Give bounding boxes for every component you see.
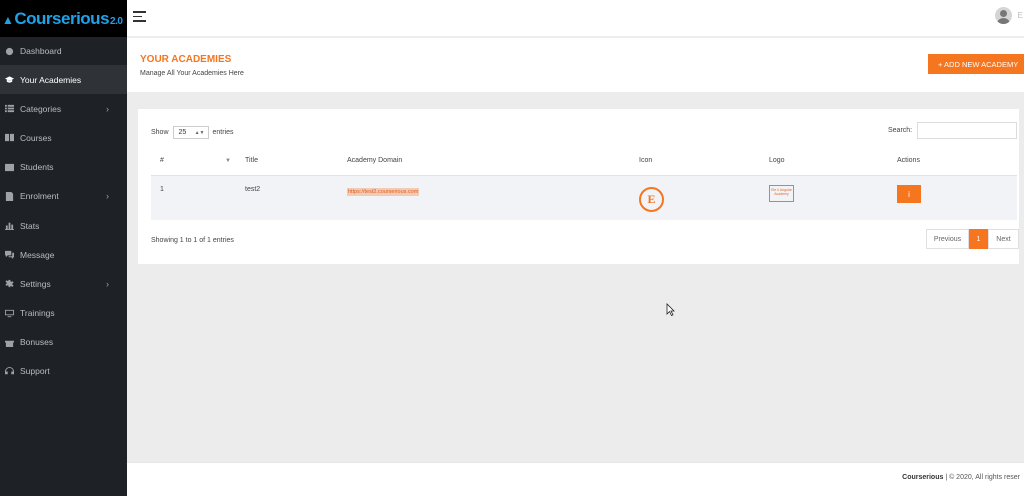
sidebar-item-label: Enrolment <box>20 191 59 202</box>
chevron-right-icon: › <box>106 103 109 114</box>
book-icon <box>3 133 15 143</box>
sidebar-item-label: Trainings <box>20 308 55 319</box>
next-page-button[interactable]: Next <box>988 229 1019 249</box>
column-header-actions[interactable]: Actions <box>897 157 920 164</box>
academy-icon: E <box>639 187 664 212</box>
chevron-right-icon: › <box>106 278 109 289</box>
sidebar-item-stats[interactable]: Stats <box>0 211 127 240</box>
brand-logo[interactable]: ▲Courserious2.0 <box>0 0 127 37</box>
sidebar-item-message[interactable]: Message <box>0 240 127 269</box>
select-arrows-icon: ▲▼ <box>194 129 205 136</box>
sidebar-item-label: Students <box>20 162 54 173</box>
table-row <box>151 176 1017 220</box>
page-subtitle: Manage All Your Academies Here <box>140 70 244 77</box>
cogs-icon <box>3 279 15 289</box>
show-label: Show <box>151 129 169 136</box>
sidebar-item-support[interactable]: Support <box>0 357 127 386</box>
id-card-icon <box>3 162 15 172</box>
entries-label: entries <box>212 129 234 136</box>
sidebar-item-enrolment[interactable]: Enrolment › <box>0 182 127 211</box>
topbar: E <box>127 0 1024 37</box>
chart-icon <box>3 221 15 231</box>
copyright-text: Courserious | © 2020, All rights reser <box>902 474 1020 481</box>
user-avatar[interactable] <box>995 7 1012 24</box>
sidebar-item-trainings[interactable]: Trainings <box>0 299 127 328</box>
table-info: Showing 1 to 1 of 1 entries <box>151 237 234 244</box>
graduation-cap-icon: ▲ <box>2 12 14 27</box>
search-label: Search: <box>888 127 913 134</box>
footer: Courserious | © 2020, All rights reser <box>127 462 1024 496</box>
comments-icon <box>3 250 15 260</box>
search-input[interactable] <box>917 122 1017 139</box>
column-header-domain[interactable]: Academy Domain <box>347 157 402 164</box>
headset-icon <box>3 366 15 376</box>
list-icon <box>3 104 15 114</box>
sidebar-item-courses[interactable]: Courses <box>0 123 127 152</box>
academy-domain-link[interactable]: https://test2.courserious.com <box>347 188 420 196</box>
mouse-cursor-icon <box>666 303 675 316</box>
sidebar-item-dashboard[interactable]: Dashboard <box>0 37 127 65</box>
dashboard-icon <box>3 46 15 56</box>
sidebar-item-label: Categories <box>20 103 62 114</box>
row-number: 1 <box>160 186 164 193</box>
page-title: YOUR ACADEMIES <box>140 54 232 65</box>
sidebar-item-categories[interactable]: Categories › <box>0 94 127 123</box>
pagination: Previous 1 Next <box>926 229 1019 249</box>
sidebar-item-label: Stats <box>20 220 40 231</box>
column-header-logo[interactable]: Logo <box>769 157 785 164</box>
sidebar-nav: Dashboard Your Academies Categories › Course… <box>0 37 127 386</box>
sidebar-item-label: Support <box>20 366 50 377</box>
sidebar-item-label: Your Academies <box>20 74 82 85</box>
chevron-right-icon: › <box>106 191 109 202</box>
sort-icon[interactable]: ▼ <box>225 158 231 164</box>
sidebar-item-students[interactable]: Students <box>0 153 127 182</box>
enrol-icon <box>3 191 15 201</box>
academy-logo: Ele k Angular Academy <box>769 185 794 202</box>
sidebar: ▲Courserious2.0 Dashboard Your Academies C… <box>0 0 127 496</box>
menu-toggle-icon[interactable] <box>133 11 146 23</box>
entries-select[interactable]: 25 ▲▼ <box>172 126 209 139</box>
row-title: test2 <box>245 186 261 193</box>
add-new-academy-button[interactable]: + ADD NEW ACADEMY <box>928 54 1024 74</box>
brand-version: 2.0 <box>110 15 123 27</box>
page-1-button[interactable]: 1 <box>969 229 988 249</box>
length-control: Show 25 ▲▼ entries <box>151 126 234 139</box>
sidebar-item-label: Dashboard <box>20 46 62 56</box>
gift-icon <box>3 337 15 347</box>
user-initial: E <box>1017 11 1023 20</box>
column-header-title[interactable]: Title <box>245 157 258 164</box>
sidebar-item-settings[interactable]: Settings › <box>0 269 127 298</box>
column-header-num[interactable]: # <box>160 157 164 164</box>
sidebar-item-label: Settings <box>20 278 51 289</box>
previous-page-button[interactable]: Previous <box>926 229 969 249</box>
sidebar-item-bonuses[interactable]: Bonuses <box>0 328 127 357</box>
info-button[interactable]: i <box>897 185 921 203</box>
chalkboard-icon <box>3 308 15 318</box>
sidebar-item-label: Courses <box>20 132 52 143</box>
graduation-cap-icon <box>3 75 15 85</box>
sidebar-item-label: Message <box>20 249 55 260</box>
academies-card: Show 25 ▲▼ entries Search: # ▼ Title Acad… <box>138 109 1019 264</box>
page-header: YOUR ACADEMIES Manage All Your Academies… <box>127 38 1024 92</box>
brand-name: Courserious <box>14 8 110 28</box>
sidebar-item-your-academies[interactable]: Your Academies <box>0 65 127 95</box>
column-header-icon[interactable]: Icon <box>639 157 652 164</box>
sidebar-item-label: Bonuses <box>20 337 54 348</box>
